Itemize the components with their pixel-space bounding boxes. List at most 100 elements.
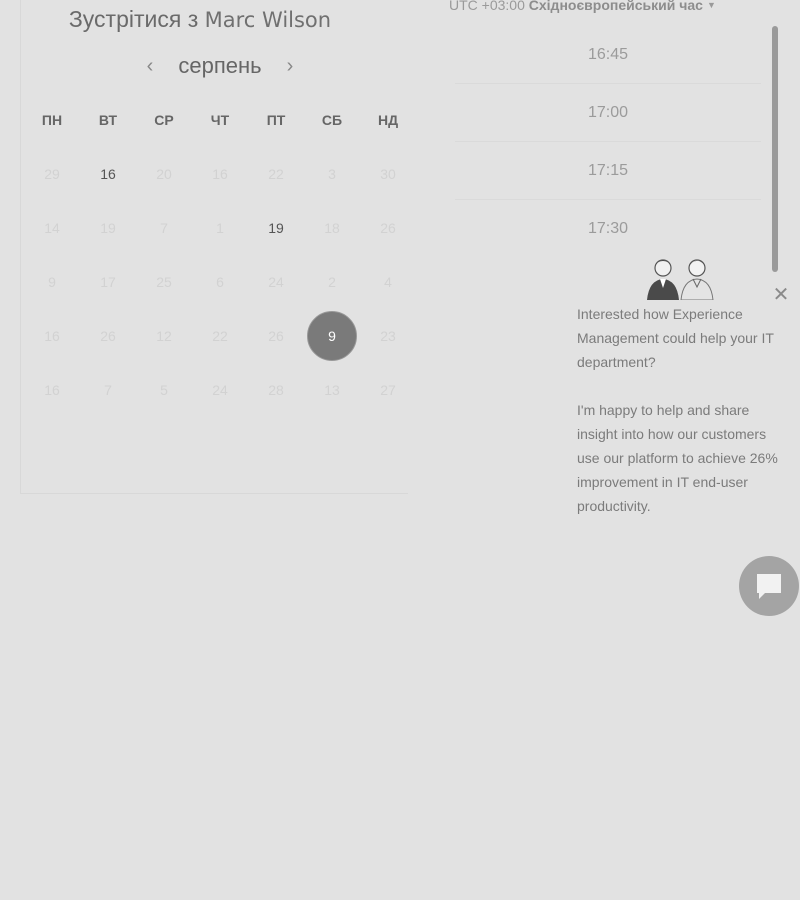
chat-popup: ✕ Interested how Experience Management c… [560,250,800,540]
calendar-day: 12 [136,309,192,363]
calendar-day: 13 [304,363,360,417]
page-title: Зустрітися з Marc Wilson [0,6,400,33]
weekday-label: ПТ [266,112,286,128]
calendar-day-grid: 29 16 20 16 22 3 30 14 19 7 1 19 18 26 9 17 25 6 24 2 4 16 26 1… [24,147,416,417]
calendar-day: 7 [80,363,136,417]
calendar-day-number: 22 [212,328,228,344]
calendar-day-number: 20 [156,166,172,182]
calendar-day: 16 [24,363,80,417]
chevron-right-icon[interactable]: › [280,51,300,81]
calendar-day: 22 [192,309,248,363]
calendar-day: 19 [80,201,136,255]
chat-message: Interested how Experience Management cou… [577,302,789,542]
calendar-day-number: 30 [380,166,396,182]
calendar-day-number: 13 [324,382,340,398]
calendar-day: 24 [248,255,304,309]
calendar-day-number: 19 [100,220,116,236]
timezone-selector[interactable]: UTC +03:00 Східноєвропейський час ▼ [449,0,716,13]
avatar-agent-1 [647,259,679,300]
calendar-day: 18 [304,201,360,255]
chat-bubble-icon [757,574,781,599]
calendar-day-number: 19 [268,220,284,236]
weekday-label: ЧТ [210,112,230,128]
calendar-day[interactable]: 19 [248,201,304,255]
calendar-day-number: 14 [44,220,60,236]
calendar-day: 7 [136,201,192,255]
calendar-day: 16 [192,147,248,201]
calendar-day-number: 24 [268,274,284,290]
calendar-day: 29 [24,147,80,201]
calendar-day-number: 16 [100,166,116,182]
calendar-day: 26 [360,201,416,255]
calendar-day-number: 27 [380,382,396,398]
calendar-day: 25 [136,255,192,309]
calendar-day: 9 [24,255,80,309]
calendar-day: 3 [304,147,360,201]
chevron-left-icon[interactable]: ‹ [140,51,160,81]
chat-launcher-button[interactable] [739,556,799,616]
calendar-day: 26 [248,309,304,363]
calendar-day: 27 [360,363,416,417]
calendar-day-number: 16 [212,166,228,182]
calendar-day-number: 2 [328,274,336,290]
host-name: Marc Wilson [204,8,332,32]
calendar-day: 30 [360,147,416,201]
time-slot[interactable]: 17:00 [455,84,761,142]
time-slot-list: 16:45 17:00 17:15 17:30 [455,26,761,258]
calendar-day-number: 9 [48,274,56,290]
calendar-day-selected[interactable]: 9 [304,309,360,363]
calendar-day-number: 23 [380,328,396,344]
weekday-label: ПН [41,112,63,128]
time-slot[interactable]: 17:15 [455,142,761,200]
calendar-day-number: 4 [384,274,392,290]
title-prefix: Зустрітися з [68,6,199,32]
weekday-label: СР [154,112,174,128]
time-slot[interactable]: 16:45 [455,26,761,84]
calendar-day-number: 16 [44,382,60,398]
calendar-day-number: 3 [328,166,336,182]
calendar-day-number: 17 [100,274,116,290]
calendar-day: 17 [80,255,136,309]
calendar-day: 28 [248,363,304,417]
calendar-day-number: 1 [216,220,224,236]
calendar-day-number: 24 [212,382,228,398]
calendar-day: 1 [192,201,248,255]
weekday-label: ВТ [98,112,118,128]
calendar-day-number: 6 [216,274,224,290]
calendar-day-number: 28 [268,382,284,398]
calendar-day-number: 7 [160,220,168,236]
calendar-day: 14 [24,201,80,255]
weekday-label: НД [377,112,399,128]
calendar-day: 26 [80,309,136,363]
calendar-day-number: 9 [328,328,336,344]
close-icon[interactable]: ✕ [772,284,790,306]
calendar-day: 5 [136,363,192,417]
calendar-day-number: 26 [100,328,116,344]
calendar-day: 6 [192,255,248,309]
calendar-day: 23 [360,309,416,363]
chat-message-paragraph: Interested how Experience Management cou… [577,306,774,370]
calendar-day-number: 18 [324,220,340,236]
calendar-day: 20 [136,147,192,201]
month-label: серпень [178,53,262,78]
calendar-day-number: 16 [44,328,60,344]
time-slot-scrollbar[interactable] [772,26,778,272]
calendar-day-number: 29 [44,166,60,182]
calendar-day-number: 26 [380,220,396,236]
caret-down-icon: ▼ [706,0,716,10]
calendar-day-number: 25 [156,274,172,290]
calendar-day-number: 22 [268,166,284,182]
calendar-day[interactable]: 16 [80,147,136,201]
month-navigation: ‹ серпень › [140,50,300,82]
calendar-day: 2 [304,255,360,309]
calendar-day: 24 [192,363,248,417]
weekday-label: СБ [321,112,343,128]
weekday-header: ПН ВТ СР ЧТ ПТ СБ НД [24,112,416,128]
calendar-day-number: 26 [268,328,284,344]
calendar-day: 16 [24,309,80,363]
calendar-day: 22 [248,147,304,201]
calendar-day-number: 12 [156,328,172,344]
chat-message-paragraph: I'm happy to help and share insight into… [577,402,778,514]
calendar-day-number: 5 [160,382,168,398]
avatar-agent-2 [680,259,714,300]
